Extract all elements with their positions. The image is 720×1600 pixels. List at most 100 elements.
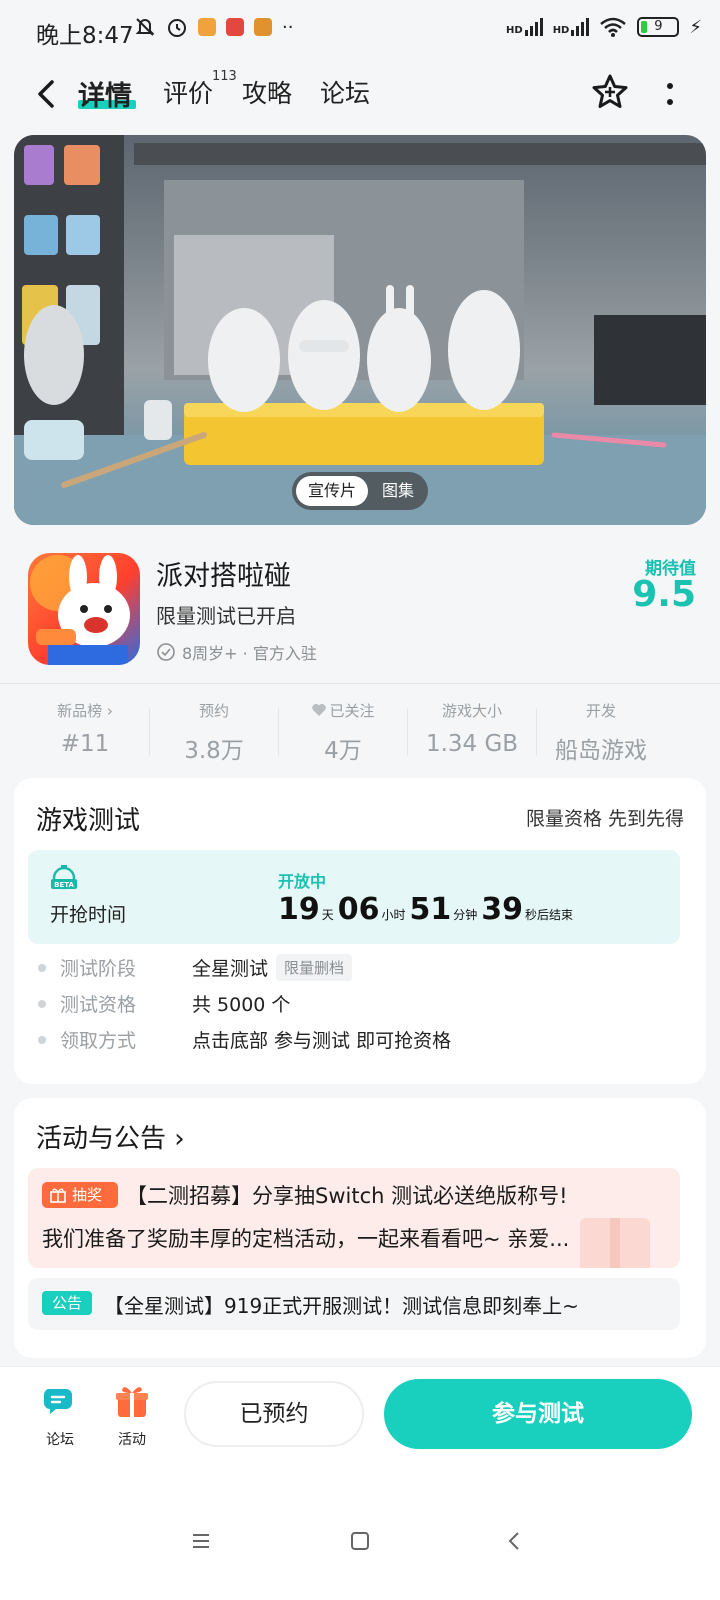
stat-value: 3.8万 bbox=[184, 738, 244, 764]
back-nav-icon[interactable] bbox=[500, 1526, 530, 1556]
lottery-badge: 抽奖 bbox=[42, 1182, 118, 1208]
info-label: 测试阶段 bbox=[60, 958, 137, 980]
mute-bell-icon bbox=[135, 18, 155, 36]
card-title: 游戏测试 bbox=[36, 806, 141, 836]
countdown-unit: 天 bbox=[321, 908, 334, 922]
forum-label: 论坛 bbox=[46, 1432, 74, 1448]
notice-item[interactable]: 公告 【全星测试】919正式开服测试！测试信息即刻奉上~ bbox=[28, 1278, 680, 1330]
system-navigation bbox=[0, 1486, 720, 1600]
stat-followers: 已关注 4万 bbox=[278, 700, 408, 765]
stat-value: #11 bbox=[60, 731, 110, 757]
countdown-unit: 小时 bbox=[381, 908, 406, 922]
app-subtitle: 限量测试已开启 bbox=[156, 604, 296, 628]
top-nav: 详情 评价 113 攻略 论坛 bbox=[0, 62, 720, 126]
stat-label: 游戏大小 bbox=[441, 702, 502, 720]
countdown-minutes: 51 bbox=[409, 892, 452, 927]
activity-title[interactable]: 活动与公告 › bbox=[36, 1118, 185, 1155]
gift-icon bbox=[116, 1387, 148, 1417]
stat-new-rank[interactable]: 新品榜 › #11 bbox=[20, 700, 150, 757]
notification-app-icon bbox=[198, 18, 216, 36]
wifi-icon bbox=[600, 17, 627, 37]
countdown-hours: 06 bbox=[337, 892, 380, 927]
countdown-unit: 秒后结束 bbox=[525, 908, 574, 922]
bullet bbox=[38, 1035, 46, 1044]
svg-text:BETA: BETA bbox=[54, 881, 74, 889]
join-test-button[interactable]: 参与测试 bbox=[384, 1379, 692, 1449]
countdown-seconds: 39 bbox=[481, 892, 524, 927]
beta-icon: BETA bbox=[51, 865, 77, 890]
gift-watermark-icon bbox=[580, 1218, 650, 1268]
tab-forum[interactable]: 论坛 bbox=[320, 74, 370, 110]
age-meta: 8周岁+ · 官方入驻 bbox=[182, 644, 317, 663]
stat-label: 开发 bbox=[585, 702, 616, 720]
divider bbox=[0, 683, 720, 684]
notification-app-icon bbox=[226, 18, 244, 36]
info-label: 测试资格 bbox=[60, 994, 137, 1016]
more-notifications-icon: ·· bbox=[282, 16, 294, 38]
home-icon[interactable] bbox=[345, 1526, 375, 1556]
more-options-icon[interactable] bbox=[660, 76, 680, 112]
stat-label: 已关注 bbox=[278, 700, 408, 721]
stat-value: 4万 bbox=[324, 738, 362, 764]
forum-shortcut[interactable]: 论坛 bbox=[30, 1383, 90, 1449]
gallery-toggle[interactable]: 图集 bbox=[374, 476, 422, 506]
countdown-days: 19 bbox=[278, 892, 320, 927]
tab-details[interactable]: 详情 bbox=[78, 74, 132, 113]
countdown-unit: 分钟 bbox=[453, 908, 478, 922]
activity-card: 活动与公告 › 抽奖 【二测招募】分享抽Switch 测试必送绝版称号! 我们准… bbox=[14, 1098, 706, 1358]
review-count-badge: 113 bbox=[212, 69, 237, 84]
trailer-toggle[interactable]: 宣传片 bbox=[296, 476, 368, 506]
tab-reviews[interactable]: 评价 bbox=[163, 74, 213, 110]
stat-reservations: 预约 3.8万 bbox=[149, 700, 279, 765]
status-bar: 晚上8:47 ·· HD HD 9 ⚡ bbox=[0, 0, 720, 62]
check-circle-icon bbox=[157, 643, 175, 661]
favorite-star-icon[interactable] bbox=[590, 72, 630, 112]
media-toggle: 宣传片 图集 bbox=[292, 472, 428, 510]
tag-chip: 限量删档 bbox=[276, 954, 353, 981]
app-icon bbox=[28, 553, 140, 665]
limited-slots-text: 限量资格 先到先得 bbox=[525, 808, 684, 830]
game-test-card: 游戏测试 限量资格 先到先得 BETA 开抢时间 开放中 19 天 06 小时 … bbox=[14, 778, 706, 1084]
countdown-timer: 19 天 06 小时 51 分钟 39 秒后结束 bbox=[278, 892, 577, 927]
status-time: 晚上8:47 bbox=[36, 23, 134, 49]
notice-badge: 公告 bbox=[42, 1291, 92, 1315]
info-value: 共 5000 个 bbox=[192, 994, 291, 1016]
battery-icon: 9 bbox=[637, 17, 680, 37]
stat-developer[interactable]: 开发 船岛游戏 bbox=[536, 700, 666, 765]
grab-time-label: 开抢时间 bbox=[50, 904, 127, 926]
info-row-stage: 测试阶段 全星测试 限量删档 bbox=[38, 954, 353, 981]
tab-guides[interactable]: 攻略 bbox=[242, 74, 292, 110]
age-rating: 8周岁+ · 官方入驻 bbox=[156, 640, 317, 664]
info-row-qualification: 测试资格 共 5000 个 bbox=[38, 990, 290, 1017]
notification-app-icon bbox=[254, 18, 272, 36]
forum-chat-icon bbox=[43, 1389, 72, 1414]
alarm-icon bbox=[168, 19, 186, 37]
bottom-action-bar: 论坛 活动 已预约 参与测试 bbox=[0, 1366, 720, 1486]
expect-score: 9.5 bbox=[632, 574, 696, 615]
countdown-box: BETA 开抢时间 开放中 19 天 06 小时 51 分钟 39 秒后结束 bbox=[28, 850, 680, 944]
info-value: 点击底部 参与测试 即可抢资格 bbox=[192, 1030, 452, 1052]
info-value: 全星测试 bbox=[192, 958, 269, 980]
bullet bbox=[38, 999, 46, 1008]
reserved-button[interactable]: 已预约 bbox=[184, 1381, 364, 1447]
signal-icon: HD bbox=[506, 18, 543, 36]
heart-check-icon bbox=[312, 704, 327, 716]
hero-illustration bbox=[14, 135, 706, 525]
stat-game-size: 游戏大小 1.34 GB bbox=[407, 700, 537, 757]
bullet bbox=[38, 963, 46, 972]
back-button[interactable] bbox=[30, 76, 66, 112]
lottery-description: 我们准备了奖励丰厚的定档活动，一起来看看吧~ 亲爱... bbox=[42, 1227, 570, 1251]
info-label: 领取方式 bbox=[60, 1030, 137, 1052]
lottery-activity[interactable]: 抽奖 【二测招募】分享抽Switch 测试必送绝版称号! 我们准备了奖励丰厚的定… bbox=[28, 1168, 680, 1268]
info-row-method: 领取方式 点击底部 参与测试 即可抢资格 bbox=[38, 1026, 451, 1053]
hero-media[interactable] bbox=[14, 135, 706, 525]
signal-icon: HD bbox=[553, 18, 590, 36]
open-status: 开放中 bbox=[278, 872, 327, 891]
activity-shortcut[interactable]: 活动 bbox=[102, 1383, 162, 1449]
charging-icon: ⚡ bbox=[689, 16, 702, 38]
notice-text: 【全星测试】919正式开服测试！测试信息即刻奉上~ bbox=[104, 1294, 579, 1318]
stat-value: 1.34 GB bbox=[425, 731, 519, 757]
activity-label: 活动 bbox=[118, 1432, 146, 1448]
menu-icon[interactable] bbox=[186, 1526, 216, 1556]
stat-label: 新品榜 › bbox=[57, 702, 113, 720]
